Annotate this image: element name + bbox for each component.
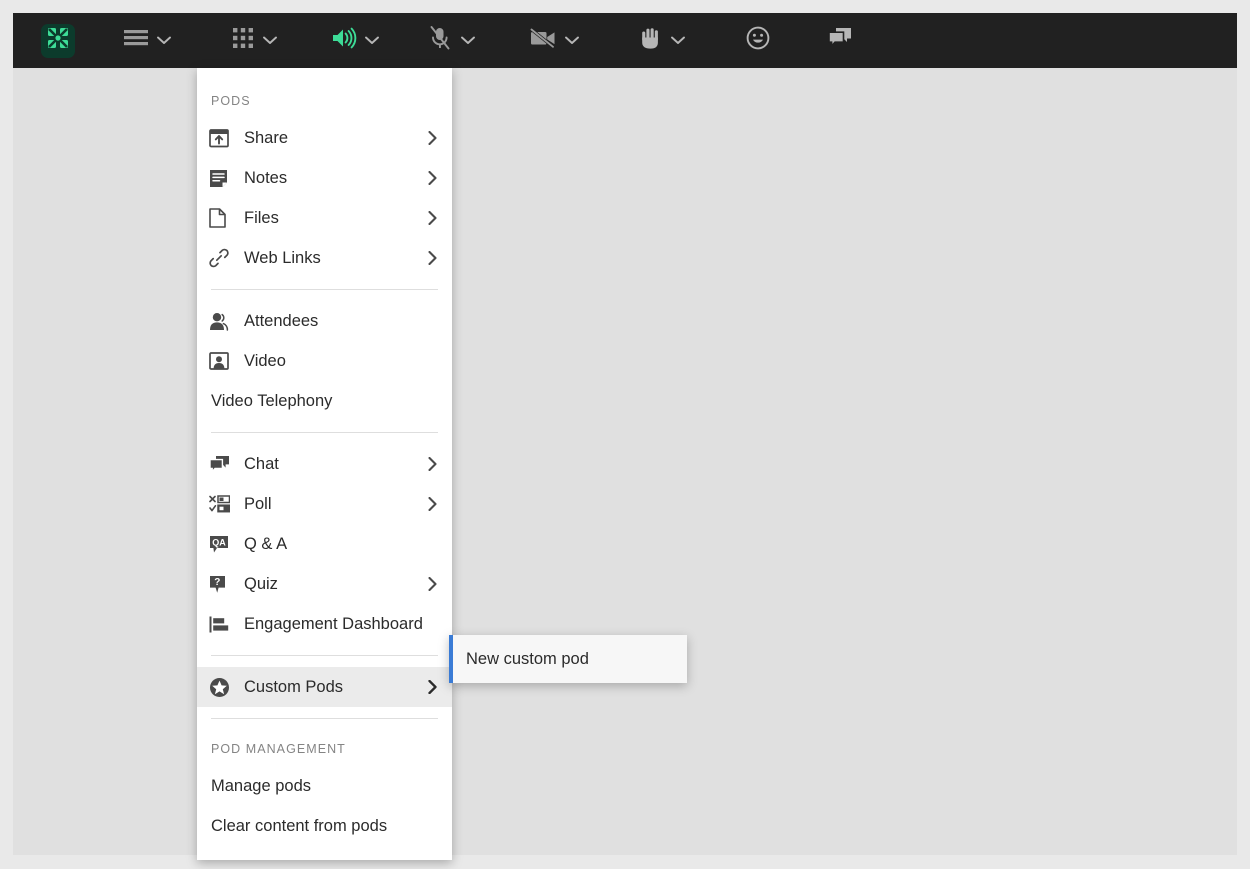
chevron-right-icon (424, 171, 440, 185)
page-footer-strip (0, 855, 1250, 869)
menu-divider (211, 655, 438, 656)
adobe-connect-logo-icon (47, 27, 69, 54)
menu-item-label: Manage pods (211, 776, 311, 795)
pod-management-section-header: POD MANAGEMENT (211, 742, 346, 756)
status-button[interactable] (743, 13, 773, 68)
raise-hand-group (637, 13, 691, 68)
meeting-menu-group (121, 13, 177, 68)
microphone-button[interactable] (425, 13, 455, 68)
menu-item-label: Share (244, 128, 289, 147)
raise-hand-button[interactable] (637, 13, 665, 68)
menu-item-attendees[interactable]: Attendees (197, 301, 452, 341)
svg-text:?: ? (214, 577, 220, 588)
menu-item-files[interactable]: Files (197, 198, 452, 238)
menu-item-label: Custom Pods (244, 677, 344, 696)
camera-caret[interactable] (559, 13, 585, 68)
menu-item-label: Notes (244, 168, 288, 187)
speaker-on-icon (331, 27, 357, 54)
menu-divider (211, 718, 438, 719)
menu-item-share[interactable]: Share (197, 118, 452, 158)
pods-caret[interactable] (257, 13, 283, 68)
notes-icon (209, 166, 235, 190)
menu-item-label: Files (244, 208, 279, 227)
chevron-right-icon (424, 497, 440, 511)
pods-grid-button[interactable] (229, 13, 257, 68)
menu-item-manage-pods[interactable]: Manage pods (197, 766, 452, 806)
menu-item-poll[interactable]: Poll (197, 484, 452, 524)
menu-item-chat[interactable]: Chat (197, 444, 452, 484)
chevron-right-icon (424, 680, 440, 694)
menu-item-label: Web Links (244, 248, 321, 267)
submenu-item-new-custom-pod[interactable]: New custom pod (453, 650, 589, 669)
chat-bubbles-icon (209, 452, 235, 476)
menu-item-label: Engagement Dashboard (244, 614, 423, 633)
menu-item-label: Video Telephony (211, 391, 333, 410)
chevron-right-icon (424, 577, 440, 591)
camera-button[interactable] (527, 13, 559, 68)
menu-divider (211, 432, 438, 433)
chevron-right-icon (424, 131, 440, 145)
link-chain-icon (209, 246, 235, 270)
meeting-toolbar (13, 13, 1237, 68)
menu-item-qa[interactable]: QA Q & A (197, 524, 452, 564)
camera-muted-icon (529, 27, 556, 53)
menu-item-clear-content-from-pods[interactable]: Clear content from pods (197, 806, 452, 846)
svg-text:QA: QA (212, 537, 226, 547)
menu-item-engagement-dashboard[interactable]: Engagement Dashboard (197, 604, 452, 644)
menu-item-label: Clear content from pods (211, 816, 388, 835)
file-document-icon (209, 206, 235, 230)
quiz-question-icon: ? (209, 572, 235, 596)
microphone-muted-icon (429, 26, 451, 55)
hamburger-menu-icon (124, 29, 148, 52)
grid-apps-icon (233, 28, 253, 53)
menu-item-label: Video (244, 351, 286, 370)
menu-item-label: Poll (244, 494, 272, 513)
attendees-person-icon (209, 309, 235, 333)
pods-group (229, 13, 283, 68)
speaker-group (329, 13, 385, 68)
hamburger-menu-caret[interactable] (151, 13, 177, 68)
smiley-face-icon (746, 26, 770, 55)
menu-item-video-telephony[interactable]: Video Telephony (197, 381, 452, 421)
camera-group (527, 13, 585, 68)
hamburger-menu-button[interactable] (121, 13, 151, 68)
menu-item-label: Quiz (244, 574, 278, 593)
menu-item-custom-pods[interactable]: Custom Pods (197, 667, 452, 707)
engagement-barchart-icon (209, 612, 235, 636)
video-portrait-icon (209, 349, 235, 373)
menu-item-quiz[interactable]: ? Quiz (197, 564, 452, 604)
pods-section-header: PODS (211, 94, 251, 108)
poll-checklist-icon (209, 492, 235, 516)
microphone-caret[interactable] (455, 13, 481, 68)
adobe-connect-logo-button[interactable] (41, 23, 75, 58)
raise-hand-caret[interactable] (665, 13, 691, 68)
pods-dropdown-menu: PODS Share Notes Files Web Links Attende… (197, 68, 452, 860)
menu-item-web-links[interactable]: Web Links (197, 238, 452, 278)
custom-pods-submenu: New custom pod (449, 635, 687, 683)
menu-item-notes[interactable]: Notes (197, 158, 452, 198)
chat-bubbles-icon (828, 27, 852, 54)
chevron-right-icon (424, 457, 440, 471)
raised-hand-icon (640, 27, 662, 55)
menu-item-label: Chat (244, 454, 279, 473)
menu-item-video[interactable]: Video (197, 341, 452, 381)
menu-item-label: Q & A (244, 534, 288, 553)
chevron-right-icon (424, 211, 440, 225)
qa-bubble-icon: QA (209, 532, 235, 556)
speaker-caret[interactable] (359, 13, 385, 68)
chevron-right-icon (424, 251, 440, 265)
menu-item-label: Attendees (244, 311, 319, 330)
share-screen-icon (209, 126, 235, 150)
star-badge-icon (209, 675, 235, 699)
chat-button[interactable] (825, 13, 855, 68)
speaker-button[interactable] (329, 13, 359, 68)
menu-divider (211, 289, 438, 290)
microphone-group (425, 13, 481, 68)
